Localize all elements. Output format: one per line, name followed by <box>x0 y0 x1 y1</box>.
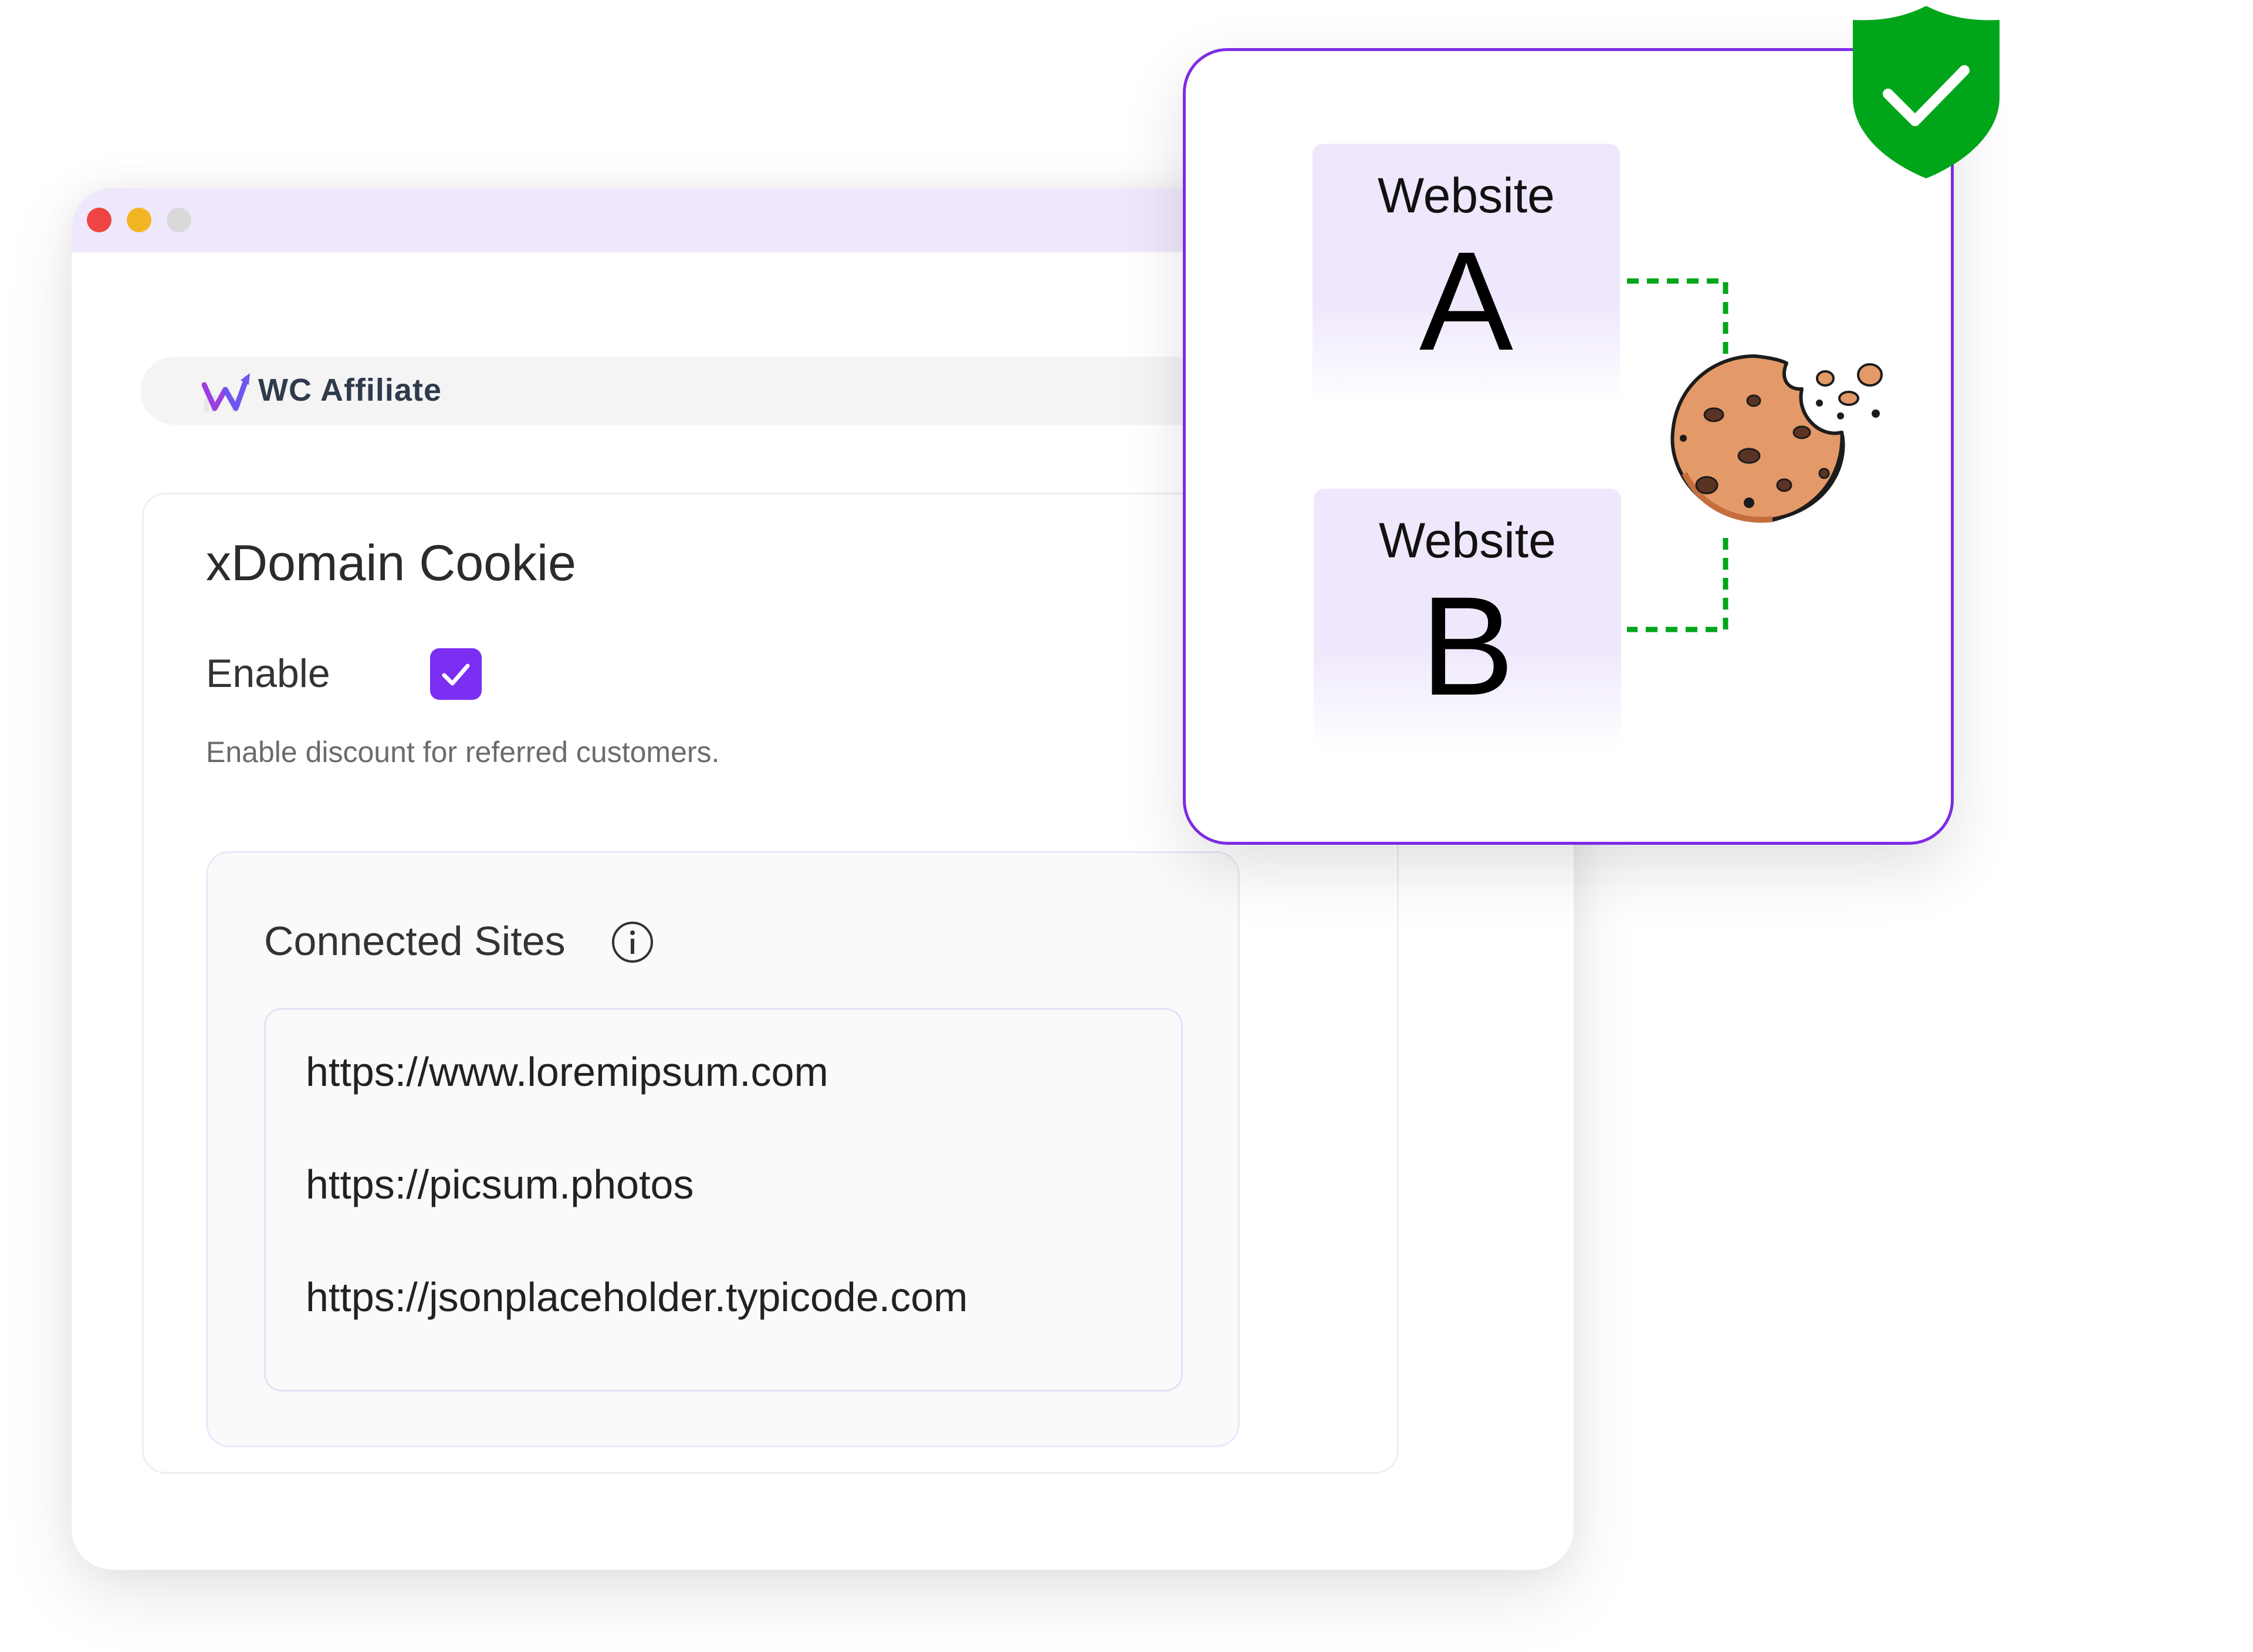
brand-name: WC Affiliate <box>258 373 442 408</box>
enable-help-text: Enable discount for referred customers. <box>206 736 720 769</box>
minimize-window-button[interactable] <box>127 208 151 232</box>
connected-site-item[interactable]: https://www.loremipsum.com <box>306 1048 828 1095</box>
enable-checkbox[interactable] <box>430 648 482 700</box>
zoom-window-button[interactable] <box>167 208 191 232</box>
website-a-label: Website <box>1378 168 1555 223</box>
connected-sites-list[interactable]: https://www.loremipsum.com https://picsu… <box>264 1008 1183 1392</box>
wc-affiliate-logo-icon <box>202 373 250 412</box>
cross-domain-illustration-card: Website A Website B <box>1183 48 1954 845</box>
brand-header: WC Affiliate <box>141 357 1314 425</box>
connected-site-item[interactable]: https://picsum.photos <box>306 1161 694 1208</box>
website-b-box: Website B <box>1314 489 1621 750</box>
canvas: WC Affiliate xDomain Cookie Enable Enabl… <box>0 0 2253 1652</box>
website-b-label: Website <box>1379 513 1556 568</box>
close-window-button[interactable] <box>87 208 111 232</box>
enable-label: Enable <box>206 651 330 696</box>
cookie-icon <box>1670 354 1883 523</box>
info-icon[interactable] <box>610 920 655 964</box>
website-a-box: Website A <box>1312 144 1620 405</box>
section-title: xDomain Cookie <box>206 535 576 591</box>
website-a-letter: A <box>1419 222 1514 380</box>
connected-site-item[interactable]: https://jsonplaceholder.typicode.com <box>306 1274 967 1321</box>
checkmark-icon <box>442 663 470 686</box>
connected-sites-panel: Connected Sites https://www.loremipsum.c… <box>206 851 1240 1447</box>
website-b-letter: B <box>1420 567 1515 725</box>
shield-check-icon <box>1853 6 2000 178</box>
connected-sites-title: Connected Sites <box>264 918 566 964</box>
